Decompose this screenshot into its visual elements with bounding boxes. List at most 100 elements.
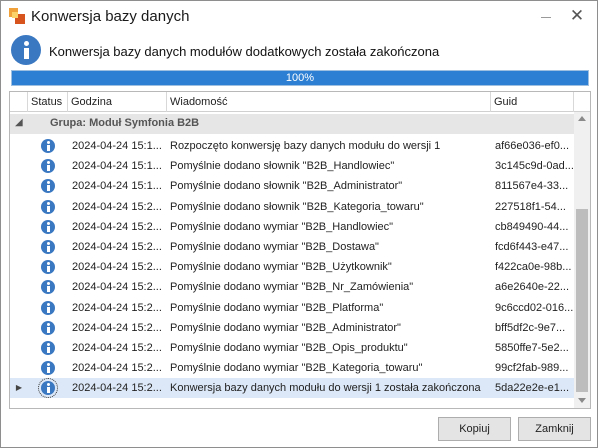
cell-godzina: 2024-04-24 15:1... <box>72 140 162 152</box>
column-header-row: Status Godzina Wiadomość Guid <box>10 92 590 112</box>
cell-godzina: 2024-04-24 15:2... <box>72 220 162 233</box>
scroll-down-icon[interactable] <box>578 398 586 403</box>
cell-guid: fcd6f443-e47... <box>495 241 569 253</box>
table-row[interactable]: 2024-04-24 15:2... Pomyślnie dodano wymia… <box>10 338 574 358</box>
column-header-guid[interactable]: Guid <box>491 92 574 112</box>
cell-godzina: 2024-04-24 15:1... <box>72 160 162 173</box>
row-indicator <box>10 197 28 217</box>
cell-wiadomosc: Pomyślnie dodano słownik "B2B_Handlowiec… <box>170 160 395 173</box>
row-indicator <box>10 257 28 277</box>
app-logo-icon <box>9 8 25 24</box>
close-icon[interactable]: ✕ <box>566 7 588 25</box>
table-row[interactable]: ▶ 2024-04-24 15:2... Konwersja bazy danych… <box>10 378 574 399</box>
info-icon <box>41 361 55 376</box>
cell-guid: 5850ffe7-5e2... <box>495 342 569 354</box>
progress-bar: 100% <box>11 70 589 86</box>
group-label: Grupa: Moduł Symfonia B2B <box>50 117 200 129</box>
row-indicator <box>10 217 28 237</box>
dialog-window: Konwersja bazy danych ✕ Konwersja bazy d… <box>0 0 598 448</box>
close-button[interactable]: Zamknij <box>518 417 591 441</box>
cell-guid: 9c6ccd02-016... <box>495 301 573 314</box>
scrollbar-thumb[interactable] <box>576 209 588 392</box>
cell-wiadomosc: Pomyślnie dodano słownik "B2B_Administra… <box>170 180 403 193</box>
table-row[interactable]: 2024-04-24 15:2... Pomyślnie dodano wymia… <box>10 298 574 318</box>
info-icon <box>41 240 55 254</box>
cell-wiadomosc: Pomyślnie dodano wymiar "B2B_Dostawa" <box>170 241 379 253</box>
info-icon <box>41 179 55 194</box>
row-indicator <box>10 136 28 156</box>
copy-button[interactable]: Kopiuj <box>438 417 511 441</box>
column-header-wiadomosc[interactable]: Wiadomość <box>167 92 491 112</box>
info-icon <box>41 320 55 335</box>
row-indicator <box>10 298 28 318</box>
cell-wiadomosc: Pomyślnie dodano wymiar "B2B_Handlowiec" <box>170 220 394 233</box>
cell-wiadomosc: Pomyślnie dodano wymiar "B2B_Opis_produk… <box>170 342 408 354</box>
cell-godzina: 2024-04-24 15:2... <box>72 261 162 274</box>
cell-guid: a6e2640e-22... <box>495 281 570 294</box>
cell-godzina: 2024-04-24 15:2... <box>72 200 162 213</box>
cell-guid: 99cf2fab-989... <box>495 362 569 375</box>
cell-godzina: 2024-04-24 15:2... <box>72 241 162 253</box>
result-header: Konwersja bazy danych modułów dodatkowyc… <box>7 33 591 68</box>
minimize-icon[interactable] <box>535 7 557 25</box>
column-header-status[interactable]: Status <box>28 92 68 112</box>
cell-wiadomosc: Rozpoczęto konwersję bazy danych modułu … <box>170 140 441 152</box>
cell-wiadomosc: Pomyślnie dodano wymiar "B2B_Użytkownik" <box>170 261 392 274</box>
column-header-filler <box>574 92 590 112</box>
table-row[interactable]: 2024-04-24 15:2... Pomyślnie dodano słown… <box>10 197 574 217</box>
cell-guid: cb849490-44... <box>495 220 569 233</box>
cell-wiadomosc: Pomyślnie dodano słownik "B2B_Kategoria_… <box>170 200 424 213</box>
cell-godzina: 2024-04-24 15:2... <box>72 342 162 354</box>
row-indicator <box>10 156 28 176</box>
table-row[interactable]: 2024-04-24 15:2... Pomyślnie dodano wymia… <box>10 237 574 257</box>
window-title: Konwersja bazy danych <box>31 8 190 25</box>
row-indicator <box>10 338 28 358</box>
chevron-down-icon[interactable]: ◢ <box>15 117 23 128</box>
table-row[interactable]: 2024-04-24 15:2... Pomyślnie dodano wymia… <box>10 358 574 378</box>
cell-godzina: 2024-04-24 15:1... <box>72 180 162 193</box>
table-row[interactable]: 2024-04-24 15:2... Pomyślnie dodano wymia… <box>10 277 574 297</box>
cell-wiadomosc: Pomyślnie dodano wymiar "B2B_Nr_Zamówien… <box>170 281 414 294</box>
info-icon <box>41 341 55 355</box>
cell-wiadomosc: Pomyślnie dodano wymiar "B2B_Kategoria_t… <box>170 362 423 375</box>
column-header-godzina[interactable]: Godzina <box>68 92 167 112</box>
table-row[interactable]: 2024-04-24 15:2... Pomyślnie dodano wymia… <box>10 257 574 277</box>
title-bar[interactable]: Konwersja bazy danych ✕ <box>1 1 597 32</box>
table-row[interactable]: 2024-04-24 15:1... Pomyślnie dodano słown… <box>10 156 574 176</box>
info-icon <box>41 300 55 315</box>
cell-guid: 227518f1-54... <box>495 200 566 213</box>
info-icon <box>41 139 55 153</box>
vertical-scrollbar[interactable] <box>574 112 590 408</box>
row-indicator <box>10 358 28 378</box>
table-row[interactable]: 2024-04-24 15:1... Pomyślnie dodano słown… <box>10 176 574 196</box>
log-grid[interactable]: Status Godzina Wiadomość Guid ◢ Grupa: M… <box>9 91 591 409</box>
cell-godzina: 2024-04-24 15:2... <box>72 281 162 294</box>
result-message: Konwersja bazy danych modułów dodatkowyc… <box>49 44 440 59</box>
cell-guid: f422ca0e-98b... <box>495 261 572 274</box>
row-indicator <box>10 237 28 257</box>
info-icon <box>41 219 55 234</box>
row-indicator <box>10 318 28 338</box>
info-icon <box>11 35 41 65</box>
cell-godzina: 2024-04-24 15:2... <box>72 362 162 375</box>
progress-label: 100% <box>285 72 315 84</box>
row-indicator-header <box>10 92 28 112</box>
cell-wiadomosc: Konwersja bazy danych modułu do wersji 1… <box>170 382 481 395</box>
cell-guid: af66e036-ef0... <box>495 140 570 152</box>
scroll-up-icon[interactable] <box>578 116 586 121</box>
row-pointer-icon: ▶ <box>15 383 23 393</box>
cell-guid: 811567e4-33... <box>495 180 569 193</box>
info-icon <box>41 199 55 214</box>
row-indicator <box>10 277 28 297</box>
info-icon <box>41 280 55 295</box>
cell-godzina: 2024-04-24 15:2... <box>72 321 162 334</box>
info-icon <box>41 159 55 174</box>
cell-godzina: 2024-04-24 15:2... <box>72 382 162 395</box>
info-icon <box>38 378 58 399</box>
cell-guid: bff5df2c-9e7... <box>495 321 566 334</box>
table-row[interactable]: 2024-04-24 15:2... Pomyślnie dodano wymia… <box>10 318 574 338</box>
info-icon <box>41 260 55 275</box>
table-row[interactable]: 2024-04-24 15:2... Pomyślnie dodano wymia… <box>10 217 574 237</box>
table-row[interactable]: 2024-04-24 15:1... Rozpoczęto konwersję b… <box>10 136 574 156</box>
group-row[interactable]: ◢ Grupa: Moduł Symfonia B2B <box>10 114 574 134</box>
